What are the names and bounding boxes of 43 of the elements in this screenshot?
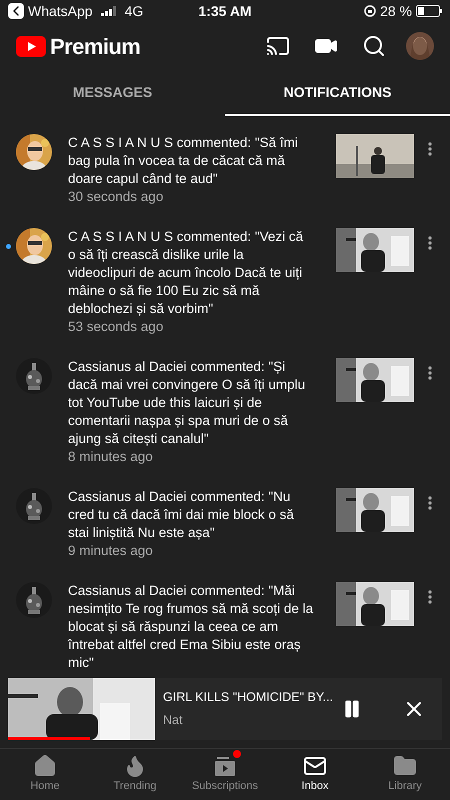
subscriptions-icon	[213, 754, 237, 778]
more-icon	[428, 496, 432, 510]
more-button[interactable]	[428, 496, 432, 510]
search-icon	[362, 34, 386, 58]
signal-icon	[100, 6, 117, 16]
clock: 1:35 AM	[198, 2, 252, 20]
logo-text: Premium	[50, 32, 142, 60]
notification-text[interactable]: Cassianus al Daciei commented: "Nu cred tu că dacă îmi dai mie block o să stai liniștită Nu este așa"	[68, 488, 314, 542]
home-icon	[33, 754, 57, 778]
nav-tab[interactable]: Subscriptions	[180, 749, 270, 800]
notification-text[interactable]: C A S S I A N U S commented: "Vezi că o să îți crească dislike urile la videoclipuri de acum încolo Dacă te uiți mâine o să fie 100 Eu zic să mă deblochezi și să vorbim"	[68, 228, 314, 318]
battery-icon	[416, 5, 442, 17]
more-icon	[428, 236, 432, 250]
back-app-label[interactable]: WhatsApp	[28, 0, 93, 22]
more-button[interactable]	[428, 590, 432, 604]
more-button[interactable]	[428, 236, 432, 250]
logo-icon	[16, 36, 46, 56]
battery-percent: 28 %	[380, 2, 412, 20]
channel-name: Nat	[163, 712, 184, 729]
more-icon	[428, 366, 432, 380]
timestamp: 30 seconds ago	[68, 188, 164, 206]
more-button[interactable]	[428, 366, 432, 380]
cast-icon	[266, 34, 290, 58]
tab[interactable]: MESSAGES	[0, 70, 225, 116]
more-icon	[428, 590, 432, 604]
timestamp: 8 minutes ago	[68, 448, 154, 466]
more-icon	[428, 142, 432, 156]
nav-tab[interactable]: Library	[360, 749, 450, 800]
notification-text[interactable]: Cassianus al Daciei commented: "Măi nesimțito Te rog frumos să mă scoți de la blocat și să răspunzi la ceea ce am întrebat altfel cred Ema Sibiu este oraș mic"	[68, 582, 314, 672]
video-title: GIRL KILLS "HOMICIDE" BY...	[163, 689, 334, 706]
notification-text[interactable]: C A S S I A N U S commented: "Să îmi bag pula în vocea ta de căcat că mă doare capul când te aud"	[68, 134, 314, 188]
notification-text[interactable]: Cassianus al Daciei commented: "Și dacă mai vrei convingere O să îți umplu tot YouTube ude this laicuri și de comentarii nașpa și spa muri de o să ajung să citești canalul"	[68, 358, 314, 448]
network-label: 4G	[124, 2, 144, 20]
nav-tab[interactable]: Trending	[90, 749, 180, 800]
timestamp: 9 minutes ago	[68, 542, 154, 560]
back-icon[interactable]	[8, 3, 24, 19]
avatar-button[interactable]	[406, 32, 434, 60]
timestamp: 53 seconds ago	[68, 318, 164, 336]
tab[interactable]: NOTIFICATIONS	[225, 70, 450, 116]
nav-tab[interactable]: Inbox	[270, 749, 360, 800]
rotation-lock-icon	[364, 5, 376, 17]
more-button[interactable]	[428, 142, 432, 156]
nav-tab[interactable]: Home	[0, 749, 90, 800]
